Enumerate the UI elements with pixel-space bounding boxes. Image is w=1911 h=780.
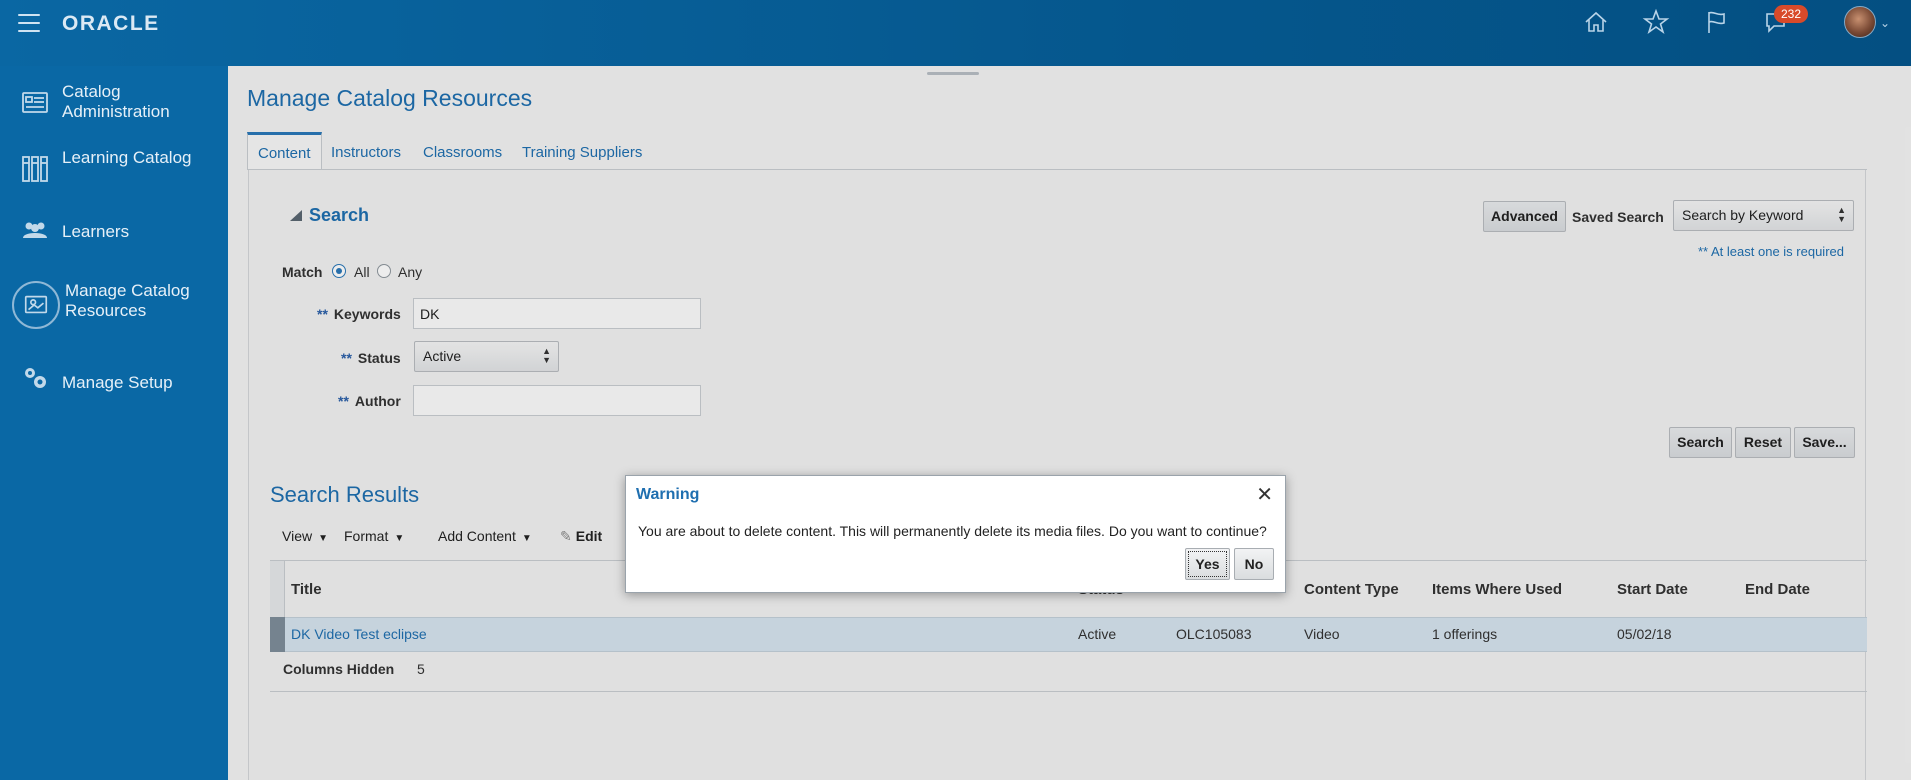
books-icon — [20, 154, 50, 184]
gears-icon — [20, 363, 50, 393]
user-avatar[interactable] — [1844, 6, 1876, 38]
catalog-admin-icon — [20, 88, 50, 118]
sidebar-item-learning-catalog[interactable]: Learning Catalog — [0, 148, 228, 188]
home-icon[interactable] — [1582, 8, 1612, 38]
close-icon[interactable]: ✕ — [1256, 482, 1273, 507]
top-bar: ORACLE 232 ⌄ — [0, 0, 1911, 66]
chevron-down-icon[interactable]: ⌄ — [1880, 16, 1890, 30]
flag-icon[interactable] — [1702, 8, 1732, 38]
notification-count-badge[interactable]: 232 — [1774, 5, 1809, 23]
sidebar-item-label: Catalog Administration — [62, 82, 170, 121]
star-icon[interactable] — [1642, 8, 1672, 38]
sidebar-item-label: Manage Setup — [62, 373, 173, 392]
oracle-logo: ORACLE — [62, 12, 160, 35]
sidebar-item-manage-catalog-resources[interactable]: Manage Catalog Resources — [0, 281, 228, 341]
sidebar-item-manage-setup[interactable]: Manage Setup — [0, 368, 228, 399]
sidebar-item-label: Learning Catalog — [62, 148, 192, 167]
resources-icon — [22, 291, 52, 321]
hamburger-menu-icon[interactable] — [18, 14, 40, 32]
people-icon — [20, 216, 50, 246]
dialog-message: You are about to delete content. This wi… — [638, 523, 1267, 539]
modal-overlay — [228, 66, 1911, 780]
sidebar-item-label: Learners — [62, 222, 130, 241]
warning-dialog: Warning ✕ You are about to delete conten… — [625, 475, 1286, 593]
sidebar-item-label: Manage Catalog Resources — [65, 281, 190, 320]
sidebar: Catalog Administration Learning Catalog … — [0, 66, 228, 780]
sidebar-item-catalog-administration[interactable]: Catalog Administration — [0, 82, 228, 122]
no-button[interactable]: No — [1234, 548, 1274, 580]
dialog-title: Warning — [636, 486, 700, 503]
yes-button[interactable]: Yes — [1185, 548, 1230, 580]
sidebar-item-learners[interactable]: Learners — [0, 222, 228, 252]
